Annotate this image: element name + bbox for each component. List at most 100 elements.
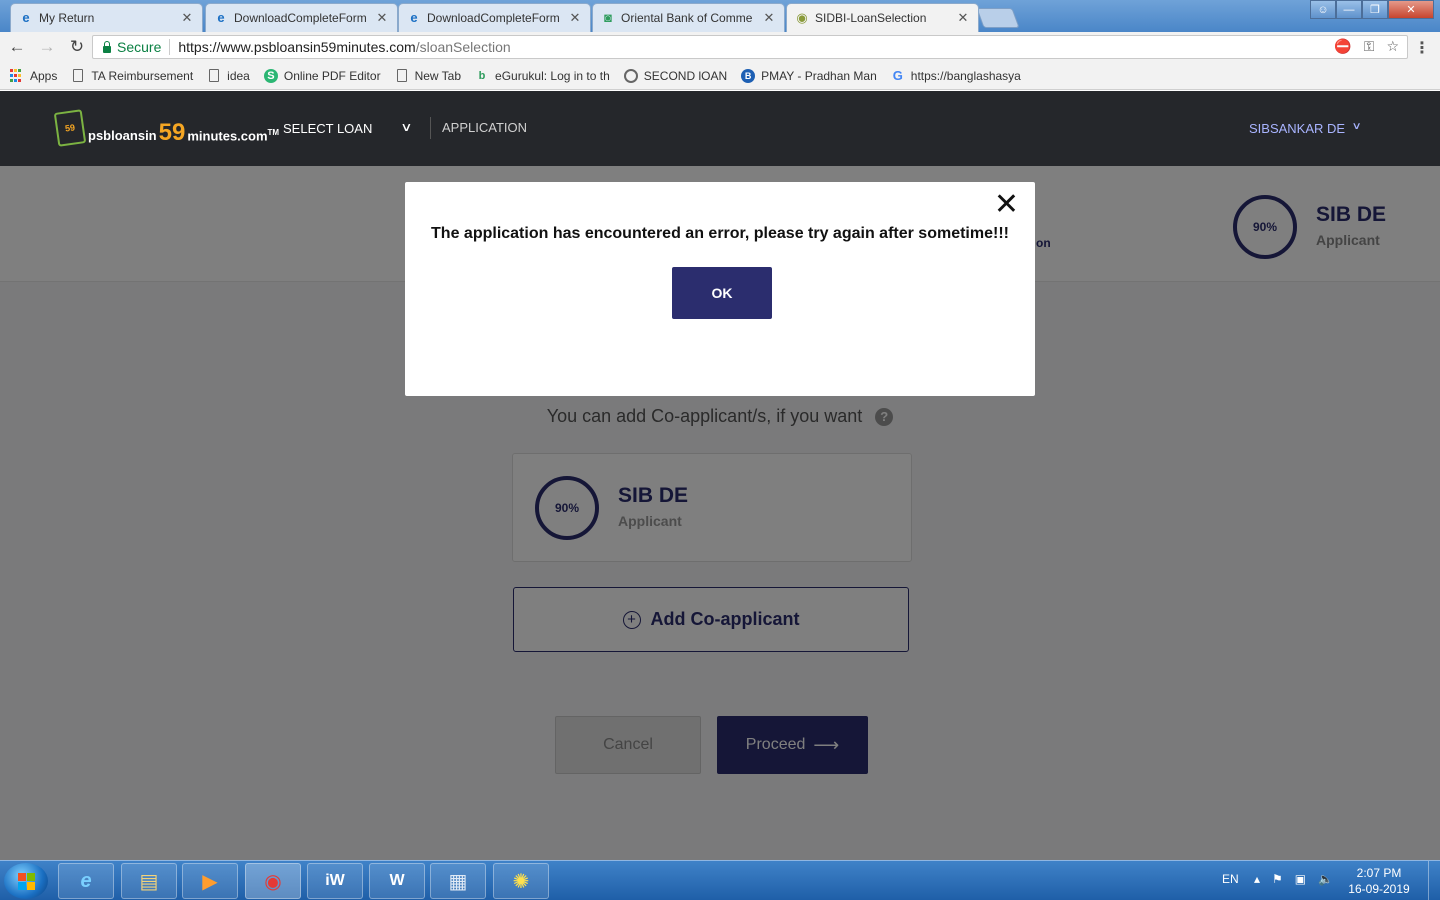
bookmark-apps[interactable]: Apps [10, 68, 58, 83]
maximize-button[interactable]: ❐ [1362, 0, 1388, 19]
nav-select-loan[interactable]: SELECT LOAN [283, 121, 372, 136]
taskbar-chrome-icon[interactable]: ◉ [245, 863, 301, 899]
s-icon: S [263, 68, 278, 83]
user-icon[interactable]: ☺ [1310, 0, 1336, 19]
bookmark-label: https://banglashasya [910, 68, 1021, 83]
taskbar-ie-icon[interactable]: e [58, 863, 114, 899]
browser-tab-download-1[interactable]: e DownloadCompleteForm ✕ [205, 3, 398, 32]
page-icon [207, 69, 221, 83]
apps-grid-icon [10, 68, 24, 83]
browser-tab-download-2[interactable]: e DownloadCompleteForm ✕ [398, 3, 591, 32]
bookmark-label: eGurukul: Log in to th [495, 68, 610, 83]
taskbar-explorer-icon[interactable]: ▤ [121, 863, 177, 899]
lock-icon [103, 40, 111, 53]
browser-menu-icon[interactable]: ⋮ [1414, 38, 1430, 58]
secure-label: Secure [117, 39, 162, 55]
taskbar-word-icon[interactable]: W [369, 863, 425, 899]
tab-title: DownloadCompleteForm [427, 11, 560, 25]
taskbar-app-icon[interactable]: ✺ [493, 863, 549, 899]
bookmark-second-loan[interactable]: SECOND lOAN [623, 68, 728, 83]
ie-icon: e [217, 10, 225, 25]
close-icon[interactable]: ✕ [762, 10, 776, 26]
browser-tab-strip: e My Return ✕ e DownloadCompleteForm ✕ e… [0, 0, 1440, 32]
address-bar[interactable]: Secure https://www.psbloansin59minutes.c… [92, 35, 1408, 59]
taskbar-media-player-icon[interactable]: ▶ [182, 863, 238, 899]
sidbi-icon: ◉ [796, 10, 808, 25]
google-icon: G [892, 68, 903, 83]
taskbar: e ▤ ▶ ◉ iW W ▦ ✺ EN ▴ ⚑ ▣ 🔈 2:07 PM 16-0… [0, 860, 1440, 900]
bookmark-label: PMAY - Pradhan Man [761, 68, 877, 83]
ie-icon: e [22, 10, 30, 25]
page-icon [395, 69, 409, 83]
bookmark-pmay[interactable]: B PMAY - Pradhan Man [741, 68, 877, 83]
new-tab-button[interactable] [976, 8, 1020, 28]
tab-title: My Return [39, 11, 95, 25]
chevron-down-icon[interactable]: ∨ [400, 120, 412, 134]
bookmark-label: TA Reimbursement [91, 68, 194, 83]
start-button[interactable] [4, 863, 48, 899]
tray-icons: ▴ ⚑ ▣ 🔈 [1254, 872, 1333, 886]
logo-prefix: psbloansin [88, 128, 157, 143]
logo-suffix: minutes.comTM [187, 127, 280, 143]
error-dialog: ✕ The application has encountered an err… [405, 182, 1035, 396]
windows-logo-icon [17, 872, 35, 890]
window-close-button[interactable]: ✕ [1388, 0, 1434, 19]
reload-icon[interactable]: ↻ [64, 37, 90, 57]
logo-badge-icon: 59 [53, 109, 87, 147]
bookmark-ta-reimbursement[interactable]: TA Reimbursement [71, 69, 193, 83]
omnibox-divider [169, 39, 171, 55]
user-menu[interactable]: SIBSANKAR DE ∨ [1249, 121, 1362, 136]
bookmark-egurukul[interactable]: b eGurukul: Log in to th [475, 69, 610, 83]
language-indicator[interactable]: EN [1222, 872, 1239, 886]
tab-title: DownloadCompleteForm [234, 11, 367, 25]
bookmark-label: Online PDF Editor [283, 68, 381, 83]
browser-tab-oriental-bank[interactable]: ◙ Oriental Bank of Comme ✕ [592, 3, 785, 32]
browser-tab-my-return[interactable]: e My Return ✕ [10, 3, 203, 32]
action-center-icon[interactable]: ⚑ [1272, 872, 1283, 886]
taskbar-iw-icon[interactable]: iW [307, 863, 363, 899]
bookmark-label: Apps [30, 68, 58, 83]
bookmark-idea[interactable]: idea [207, 69, 250, 83]
bookmark-label: idea [227, 68, 250, 83]
star-icon[interactable]: ☆ [1386, 38, 1399, 55]
nav-divider [430, 117, 431, 139]
pmay-icon: B [741, 68, 756, 83]
close-icon[interactable]: ✕ [994, 190, 1019, 220]
obc-icon: ◙ [604, 10, 612, 25]
egurukul-icon: b [478, 69, 486, 82]
bookmark-label: SECOND lOAN [643, 68, 728, 83]
taskbar-calculator-icon[interactable]: ▦ [430, 863, 486, 899]
show-hidden-icons-icon[interactable]: ▴ [1254, 872, 1260, 886]
bookmark-banglashasya[interactable]: G https://banglashasya [891, 68, 1021, 83]
url-host: https://www.psbloansin59minutes.com [178, 39, 416, 55]
close-icon[interactable]: ✕ [956, 10, 970, 26]
bookmark-new-tab[interactable]: New Tab [395, 69, 461, 83]
bookmark-label: New Tab [414, 68, 462, 83]
ok-button[interactable]: OK [672, 267, 772, 319]
blocked-popup-icon[interactable]: ⛔ [1334, 38, 1351, 55]
volume-icon[interactable]: 🔈 [1318, 872, 1333, 886]
clock-date: 16-09-2019 [1348, 882, 1410, 896]
show-desktop-button[interactable] [1428, 861, 1440, 900]
close-icon[interactable]: ✕ [568, 10, 582, 26]
camera-icon [623, 68, 638, 83]
omnibox-actions: ⛔ ⚿ ☆ [1334, 38, 1399, 55]
clock[interactable]: 2:07 PM 16-09-2019 [1344, 865, 1414, 897]
site-logo[interactable]: 59 psbloansin 59 minutes.comTM [53, 109, 280, 147]
key-icon[interactable]: ⚿ [1364, 38, 1375, 55]
close-icon[interactable]: ✕ [180, 10, 194, 26]
browser-toolbar: ← → ↻ Secure https://www.psbloansin59min… [0, 32, 1440, 62]
site-header: 59 psbloansin 59 minutes.comTM SELECT LO… [0, 91, 1440, 166]
tab-title: SIDBI-LoanSelection [815, 11, 927, 25]
bookmark-online-pdf-editor[interactable]: S Online PDF Editor [263, 68, 381, 83]
network-icon[interactable]: ▣ [1295, 872, 1306, 886]
close-icon[interactable]: ✕ [375, 10, 389, 26]
browser-tab-sidbi[interactable]: ◉ SIDBI-LoanSelection ✕ [786, 3, 979, 32]
back-arrow-icon[interactable]: ← [4, 37, 30, 57]
bookmarks-bar: Apps TA Reimbursement idea S Online PDF … [0, 62, 1440, 90]
minimize-button[interactable]: — [1336, 0, 1362, 19]
url-path: /sloanSelection [415, 39, 511, 55]
nav-application[interactable]: APPLICATION [442, 120, 527, 135]
forward-arrow-icon[interactable]: → [34, 37, 60, 57]
chevron-down-icon: ∨ [1351, 121, 1362, 132]
